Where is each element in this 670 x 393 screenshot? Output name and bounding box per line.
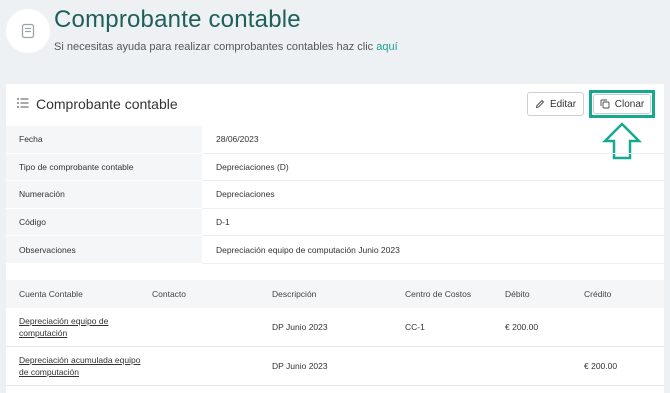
detail-value: D-1 [202, 209, 664, 237]
column-header-credito: Crédito [584, 289, 612, 299]
detail-row-observaciones: Observaciones Depreciación equipo de com… [6, 236, 664, 264]
account-link[interactable]: Depreciación equipo de computación [6, 315, 152, 339]
column-header-centro: Centro de Costos [405, 289, 472, 299]
detail-value: Depreciaciones (D) [202, 154, 664, 182]
detail-row-tipo: Tipo de comprobante contable Depreciacio… [6, 153, 664, 182]
account-link-line-2: computación [19, 328, 68, 338]
cell-debito: € 200.00 [505, 322, 539, 332]
clone-button[interactable]: Clonar [593, 94, 651, 114]
detail-value: Depreciación equipo de computación Junio… [202, 236, 664, 264]
table-row: Depreciación acumulada equipo de computa… [6, 347, 664, 386]
detail-label: Código [6, 208, 202, 237]
document-icon [21, 23, 35, 39]
detail-label: Observaciones [6, 236, 202, 264]
details-list: Fecha 28/06/2023 Tipo de comprobante con… [6, 126, 664, 264]
table-header: Cuenta Contable Contacto Descripción Cen… [6, 280, 664, 308]
detail-value: Depreciaciones [202, 181, 664, 209]
detail-label: Numeración [6, 181, 202, 209]
detail-row-numeracion: Numeración Depreciaciones [6, 181, 664, 209]
entries-table: Cuenta Contable Contacto Descripción Cen… [6, 280, 664, 386]
column-header-debito: Débito [505, 289, 530, 299]
account-link-line-1: Depreciación equipo de [19, 316, 109, 326]
detail-label: Fecha [6, 126, 202, 154]
cell-centro: CC-1 [405, 322, 425, 332]
page-title: Comprobante contable [54, 6, 301, 33]
voucher-card: Comprobante contable Editar Clonar Fecha… [6, 84, 664, 393]
column-header-descripcion: Descripción [272, 289, 317, 299]
column-header-contacto: Contacto [152, 289, 187, 299]
account-link-line-1: Depreciación acumulada equipo [19, 355, 141, 365]
card-title: Comprobante contable [36, 96, 178, 112]
account-link-line-2: de computación [19, 367, 80, 377]
detail-value: 28/06/2023 [202, 126, 664, 154]
edit-button[interactable]: Editar [527, 92, 584, 116]
card-header: Comprobante contable Editar Clonar [6, 84, 664, 160]
edit-button-label: Editar [549, 98, 577, 110]
detail-label: Tipo de comprobante contable [6, 153, 202, 182]
cell-credito: € 200.00 [584, 361, 618, 371]
copy-icon [600, 99, 610, 109]
table-row: Depreciación equipo de computación DP Ju… [6, 308, 664, 347]
account-link[interactable]: Depreciación acumulada equipo de computa… [6, 354, 152, 378]
detail-row-codigo: Código D-1 [6, 208, 664, 237]
pencil-icon [535, 99, 545, 109]
list-icon [17, 98, 29, 108]
clone-button-label: Clonar [614, 98, 645, 110]
column-header-cuenta: Cuenta Contable [19, 289, 83, 299]
detail-row-fecha: Fecha 28/06/2023 [6, 126, 664, 154]
subtitle-text: Si necesitas ayuda para realizar comprob… [54, 41, 374, 53]
help-link[interactable]: aquí [376, 41, 397, 53]
voucher-avatar [6, 9, 50, 53]
cell-descripcion: DP Junio 2023 [272, 361, 328, 371]
page-subtitle: Si necesitas ayuda para realizar comprob… [54, 41, 398, 53]
cell-descripcion: DP Junio 2023 [272, 322, 328, 332]
